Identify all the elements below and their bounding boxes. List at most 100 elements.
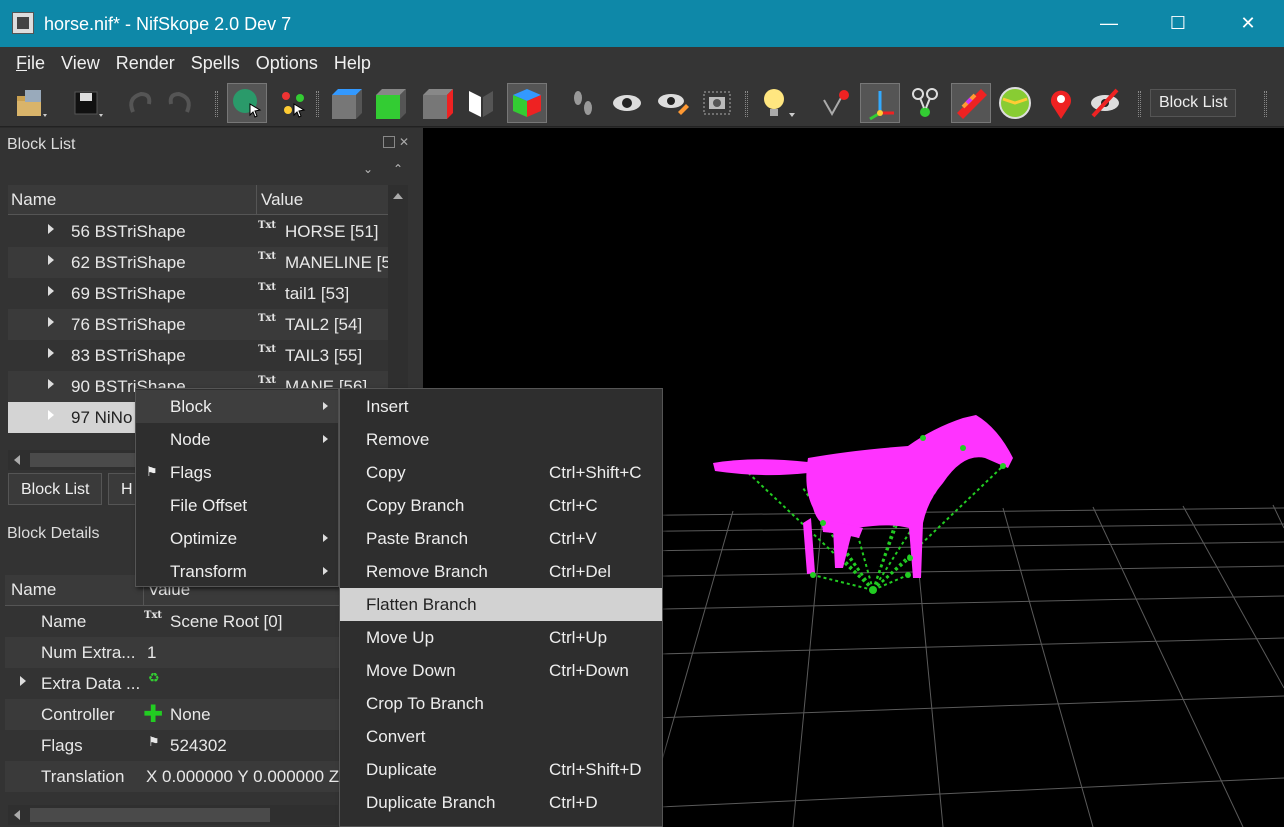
menu-bar: File View Render Spells Options Help xyxy=(0,47,1284,79)
details-header-name[interactable]: Name xyxy=(11,580,56,600)
light-icon[interactable] xyxy=(757,83,797,123)
minimize-button[interactable]: — xyxy=(1074,0,1144,47)
block-submenu: Insert Remove Copy Ctrl+Shift+C Copy Bra… xyxy=(339,388,663,827)
walk-icon[interactable] xyxy=(563,83,603,123)
eye-icon[interactable] xyxy=(607,83,647,123)
submenu-copy-branch[interactable]: Copy Branch Ctrl+C xyxy=(340,489,662,522)
hscroll-thumb[interactable] xyxy=(30,453,140,467)
expand-arrow-icon[interactable] xyxy=(20,676,26,686)
open-icon[interactable] xyxy=(12,83,52,123)
header-name[interactable]: Name xyxy=(11,190,56,210)
nodes-icon[interactable] xyxy=(905,83,945,123)
toolbar-separator xyxy=(1264,91,1267,117)
toolbar-block-list-button[interactable]: Block List xyxy=(1150,89,1237,117)
details-hscroll-thumb[interactable] xyxy=(30,808,270,822)
block-row[interactable]: 76 BSTriShape Txt TAIL2 [54] xyxy=(8,309,388,340)
close-dock-icon[interactable]: ✕ xyxy=(399,135,409,149)
block-row[interactable]: 62 BSTriShape Txt MANELINE [5 xyxy=(8,247,391,278)
ctx-item-node[interactable]: Node xyxy=(136,423,338,456)
axis-gizmo-icon[interactable] xyxy=(860,83,900,123)
expand-arrow-icon[interactable] xyxy=(48,286,54,296)
show-axes-icon[interactable] xyxy=(815,83,855,123)
screenshot-icon[interactable] xyxy=(697,83,737,123)
submenu-remove-branch[interactable]: Remove Branch Ctrl+Del xyxy=(340,555,662,588)
submenu-paste-branch[interactable]: Paste Branch Ctrl+V xyxy=(340,522,662,555)
submenu-arrow-icon xyxy=(323,534,328,542)
txt-icon: Txt xyxy=(258,313,277,324)
ctx-item-block[interactable]: Block xyxy=(136,390,338,423)
view-top-icon[interactable] xyxy=(326,83,366,123)
menu-help[interactable]: Help xyxy=(326,53,379,74)
select-object-icon[interactable] xyxy=(227,83,267,123)
txt-icon: Txt xyxy=(258,375,277,386)
menu-options[interactable]: Options xyxy=(248,53,326,74)
marker-icon[interactable] xyxy=(1041,83,1081,123)
expand-arrow-icon[interactable] xyxy=(48,224,54,234)
context-menu: Block Node ⚑ Flags File Offset Optimize … xyxy=(135,388,339,587)
view-iso-icon[interactable] xyxy=(507,83,547,123)
close-button[interactable]: ✕ xyxy=(1213,0,1283,47)
expand-arrow-icon[interactable] xyxy=(48,317,54,327)
txt-icon: Txt xyxy=(258,344,277,355)
redo-icon[interactable] xyxy=(160,83,200,123)
view-flip-icon[interactable] xyxy=(461,83,501,123)
submenu-flatten-branch[interactable]: Flatten Branch xyxy=(340,588,662,621)
submenu-move-down[interactable]: Move Down Ctrl+Down xyxy=(340,654,662,687)
submenu-arrow-icon xyxy=(323,567,328,575)
submenu-duplicate[interactable]: Duplicate Ctrl+Shift+D xyxy=(340,753,662,786)
txt-icon: Txt xyxy=(258,251,277,262)
block-list-header: Name Value xyxy=(8,185,408,215)
toolbar-separator xyxy=(745,91,748,117)
ctx-item-optimize[interactable]: Optimize xyxy=(136,522,338,555)
undo-icon[interactable] xyxy=(120,83,160,123)
view-side-icon[interactable] xyxy=(417,83,457,123)
title-bar: horse.nif* - NifSkope 2.0 Dev 7 — ☐ ✕ xyxy=(0,0,1284,47)
app-icon xyxy=(12,12,34,34)
hide-icon[interactable] xyxy=(1085,83,1125,123)
collapse-up-icon[interactable]: ⌃ xyxy=(393,162,403,176)
txt-icon: Txt xyxy=(258,282,277,293)
textures-icon[interactable] xyxy=(951,83,991,123)
expand-arrow-icon[interactable] xyxy=(48,255,54,265)
ctx-item-file-offset[interactable]: File Offset xyxy=(136,489,338,522)
block-row[interactable]: 83 BSTriShape Txt TAIL3 [55] xyxy=(8,340,388,371)
ctx-item-transform[interactable]: Transform xyxy=(136,555,338,588)
submenu-insert[interactable]: Insert xyxy=(340,390,662,423)
header-value[interactable]: Value xyxy=(256,185,303,215)
details-hscroll[interactable] xyxy=(8,805,338,825)
expand-arrow-icon[interactable] xyxy=(48,410,54,420)
maximize-button[interactable]: ☐ xyxy=(1143,0,1213,47)
menu-spells[interactable]: Spells xyxy=(183,53,248,74)
menu-file[interactable]: File xyxy=(8,53,53,74)
menu-view[interactable]: View xyxy=(53,53,108,74)
view-front-icon[interactable] xyxy=(370,83,410,123)
scroll-left-arrow-icon[interactable] xyxy=(14,810,20,820)
menu-render[interactable]: Render xyxy=(108,53,183,74)
flag-icon: ⚑ xyxy=(148,734,160,749)
submenu-duplicate-branch[interactable]: Duplicate Branch Ctrl+D xyxy=(340,786,662,819)
expand-arrow-icon[interactable] xyxy=(48,379,54,389)
select-vertex-icon[interactable] xyxy=(273,83,313,123)
submenu-remove[interactable]: Remove xyxy=(340,423,662,456)
submenu-convert[interactable]: Convert xyxy=(340,720,662,753)
window-title: horse.nif* - NifSkope 2.0 Dev 7 xyxy=(44,14,292,34)
eye-edit-icon[interactable] xyxy=(653,83,693,123)
scroll-left-arrow-icon[interactable] xyxy=(14,455,20,465)
add-icon: ✚ xyxy=(143,701,164,728)
submenu-crop-to-branch[interactable]: Crop To Branch xyxy=(340,687,662,720)
toolbar xyxy=(0,79,1284,127)
txt-icon: Txt xyxy=(144,610,163,621)
txt-icon: Txt xyxy=(258,220,277,231)
collapse-down-icon[interactable]: ⌄ xyxy=(363,162,373,176)
submenu-copy[interactable]: Copy Ctrl+Shift+C xyxy=(340,456,662,489)
tab-block-list[interactable]: Block List xyxy=(8,473,103,505)
block-row[interactable]: 56 BSTriShape Txt HORSE [51] xyxy=(8,216,388,247)
dome-icon[interactable] xyxy=(995,83,1035,123)
ctx-item-flags[interactable]: ⚑ Flags xyxy=(136,456,338,489)
save-icon[interactable] xyxy=(68,83,108,123)
submenu-move-up[interactable]: Move Up Ctrl+Up xyxy=(340,621,662,654)
expand-arrow-icon[interactable] xyxy=(48,348,54,358)
float-icon[interactable] xyxy=(383,136,395,148)
scroll-up-arrow-icon[interactable] xyxy=(393,193,403,199)
block-row[interactable]: 69 BSTriShape Txt tail1 [53] xyxy=(8,278,388,309)
